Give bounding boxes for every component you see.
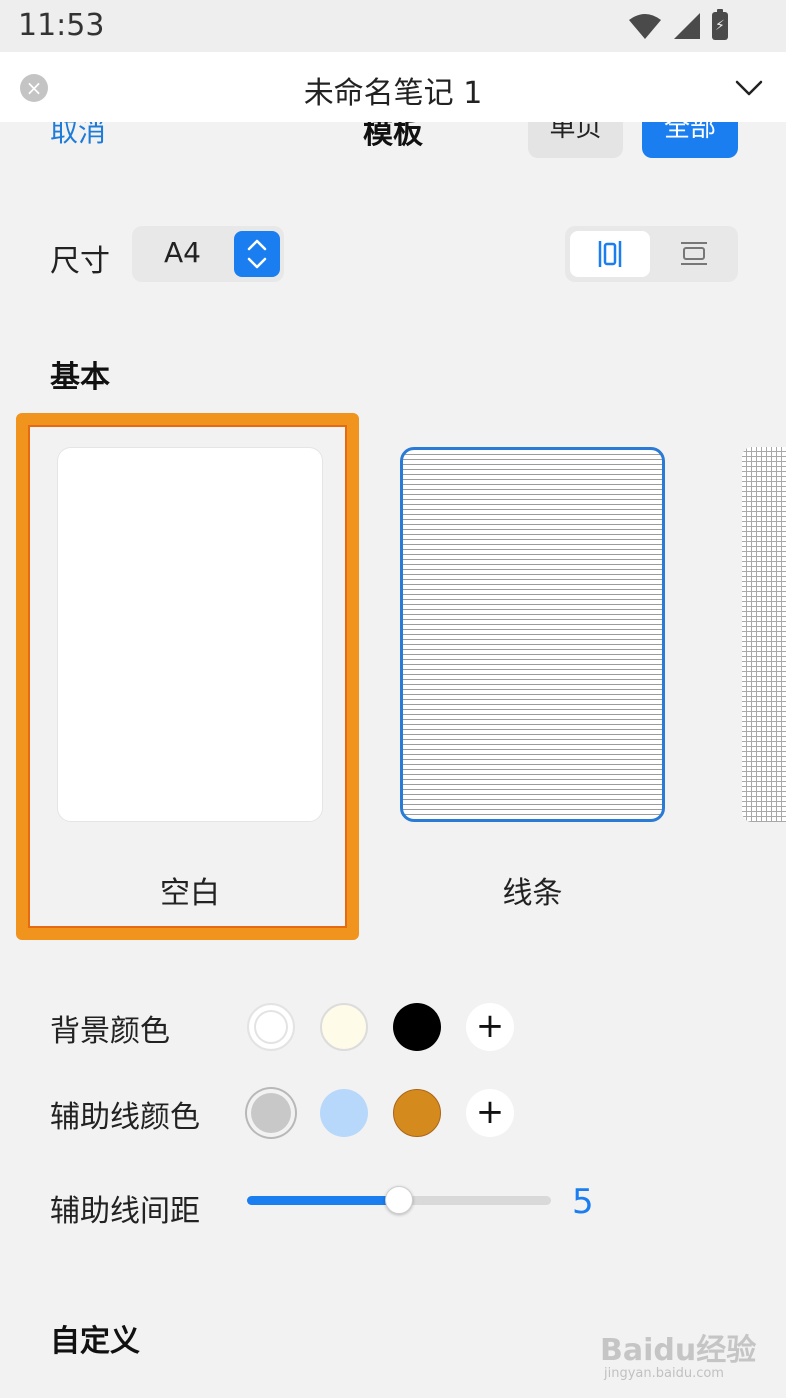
guide-spacing-label: 辅助线间距 [50,1194,200,1229]
status-icons: ⚡ [628,9,728,40]
guide-spacing-value: 5 [572,1182,594,1222]
guide-color-label: 辅助线颜色 [50,1100,200,1135]
battery-icon: ⚡ [712,9,728,40]
guide-color-swatch-gray[interactable] [247,1089,295,1137]
template-lines-label: 线条 [502,876,563,911]
watermark-url: jingyan.baidu.com [604,1366,724,1381]
slider-thumb[interactable] [385,1186,413,1214]
scope-all-pages-button[interactable]: 全部 [642,108,738,158]
cellular-signal-icon [674,13,700,39]
template-blank-card[interactable] [57,447,323,822]
up-down-chevron-icon [247,239,267,269]
guide-color-swatch-orange[interactable] [393,1089,441,1137]
section-heading-basic: 基本 [50,360,110,395]
chevron-down-icon[interactable] [734,72,764,102]
template-blank-label: 空白 [160,876,220,911]
bg-color-swatch-cream[interactable] [320,1003,368,1051]
guide-spacing-slider[interactable] [247,1186,551,1214]
landscape-orientation-button[interactable] [655,231,733,277]
portrait-orientation-button[interactable] [570,231,650,277]
background-color-label: 背景颜色 [50,1014,170,1049]
template-lines-card[interactable] [400,447,665,822]
wifi-icon [629,14,661,39]
status-bar: 11:53 ⚡ [0,0,786,52]
portrait-icon [598,241,622,267]
section-heading-custom: 自定义 [50,1324,140,1359]
template-panel-header: 取消 模板 单页 全部 [0,108,786,172]
paper-size-select[interactable]: A4 [132,226,284,282]
size-label: 尺寸 [50,244,110,279]
document-title[interactable]: 未命名笔记 1 [0,68,786,112]
guide-color-swatch-light-blue[interactable] [320,1089,368,1137]
bg-color-swatch-black[interactable] [393,1003,441,1051]
add-guide-color-button[interactable]: + [466,1089,514,1137]
scope-single-page-button[interactable]: 单页 [528,108,623,158]
size-stepper[interactable] [234,231,280,277]
add-bg-color-button[interactable]: + [466,1003,514,1051]
bg-color-swatch-white[interactable] [247,1003,295,1051]
cancel-button[interactable]: 取消 [50,110,106,150]
watermark-logo: Baidu经验 [600,1333,757,1368]
landscape-icon [681,242,707,265]
slider-fill [247,1196,399,1205]
template-grid-card[interactable] [742,447,786,822]
status-time: 11:53 [18,8,105,43]
orientation-toggle [565,226,738,282]
paper-size-value: A4 [164,236,201,269]
